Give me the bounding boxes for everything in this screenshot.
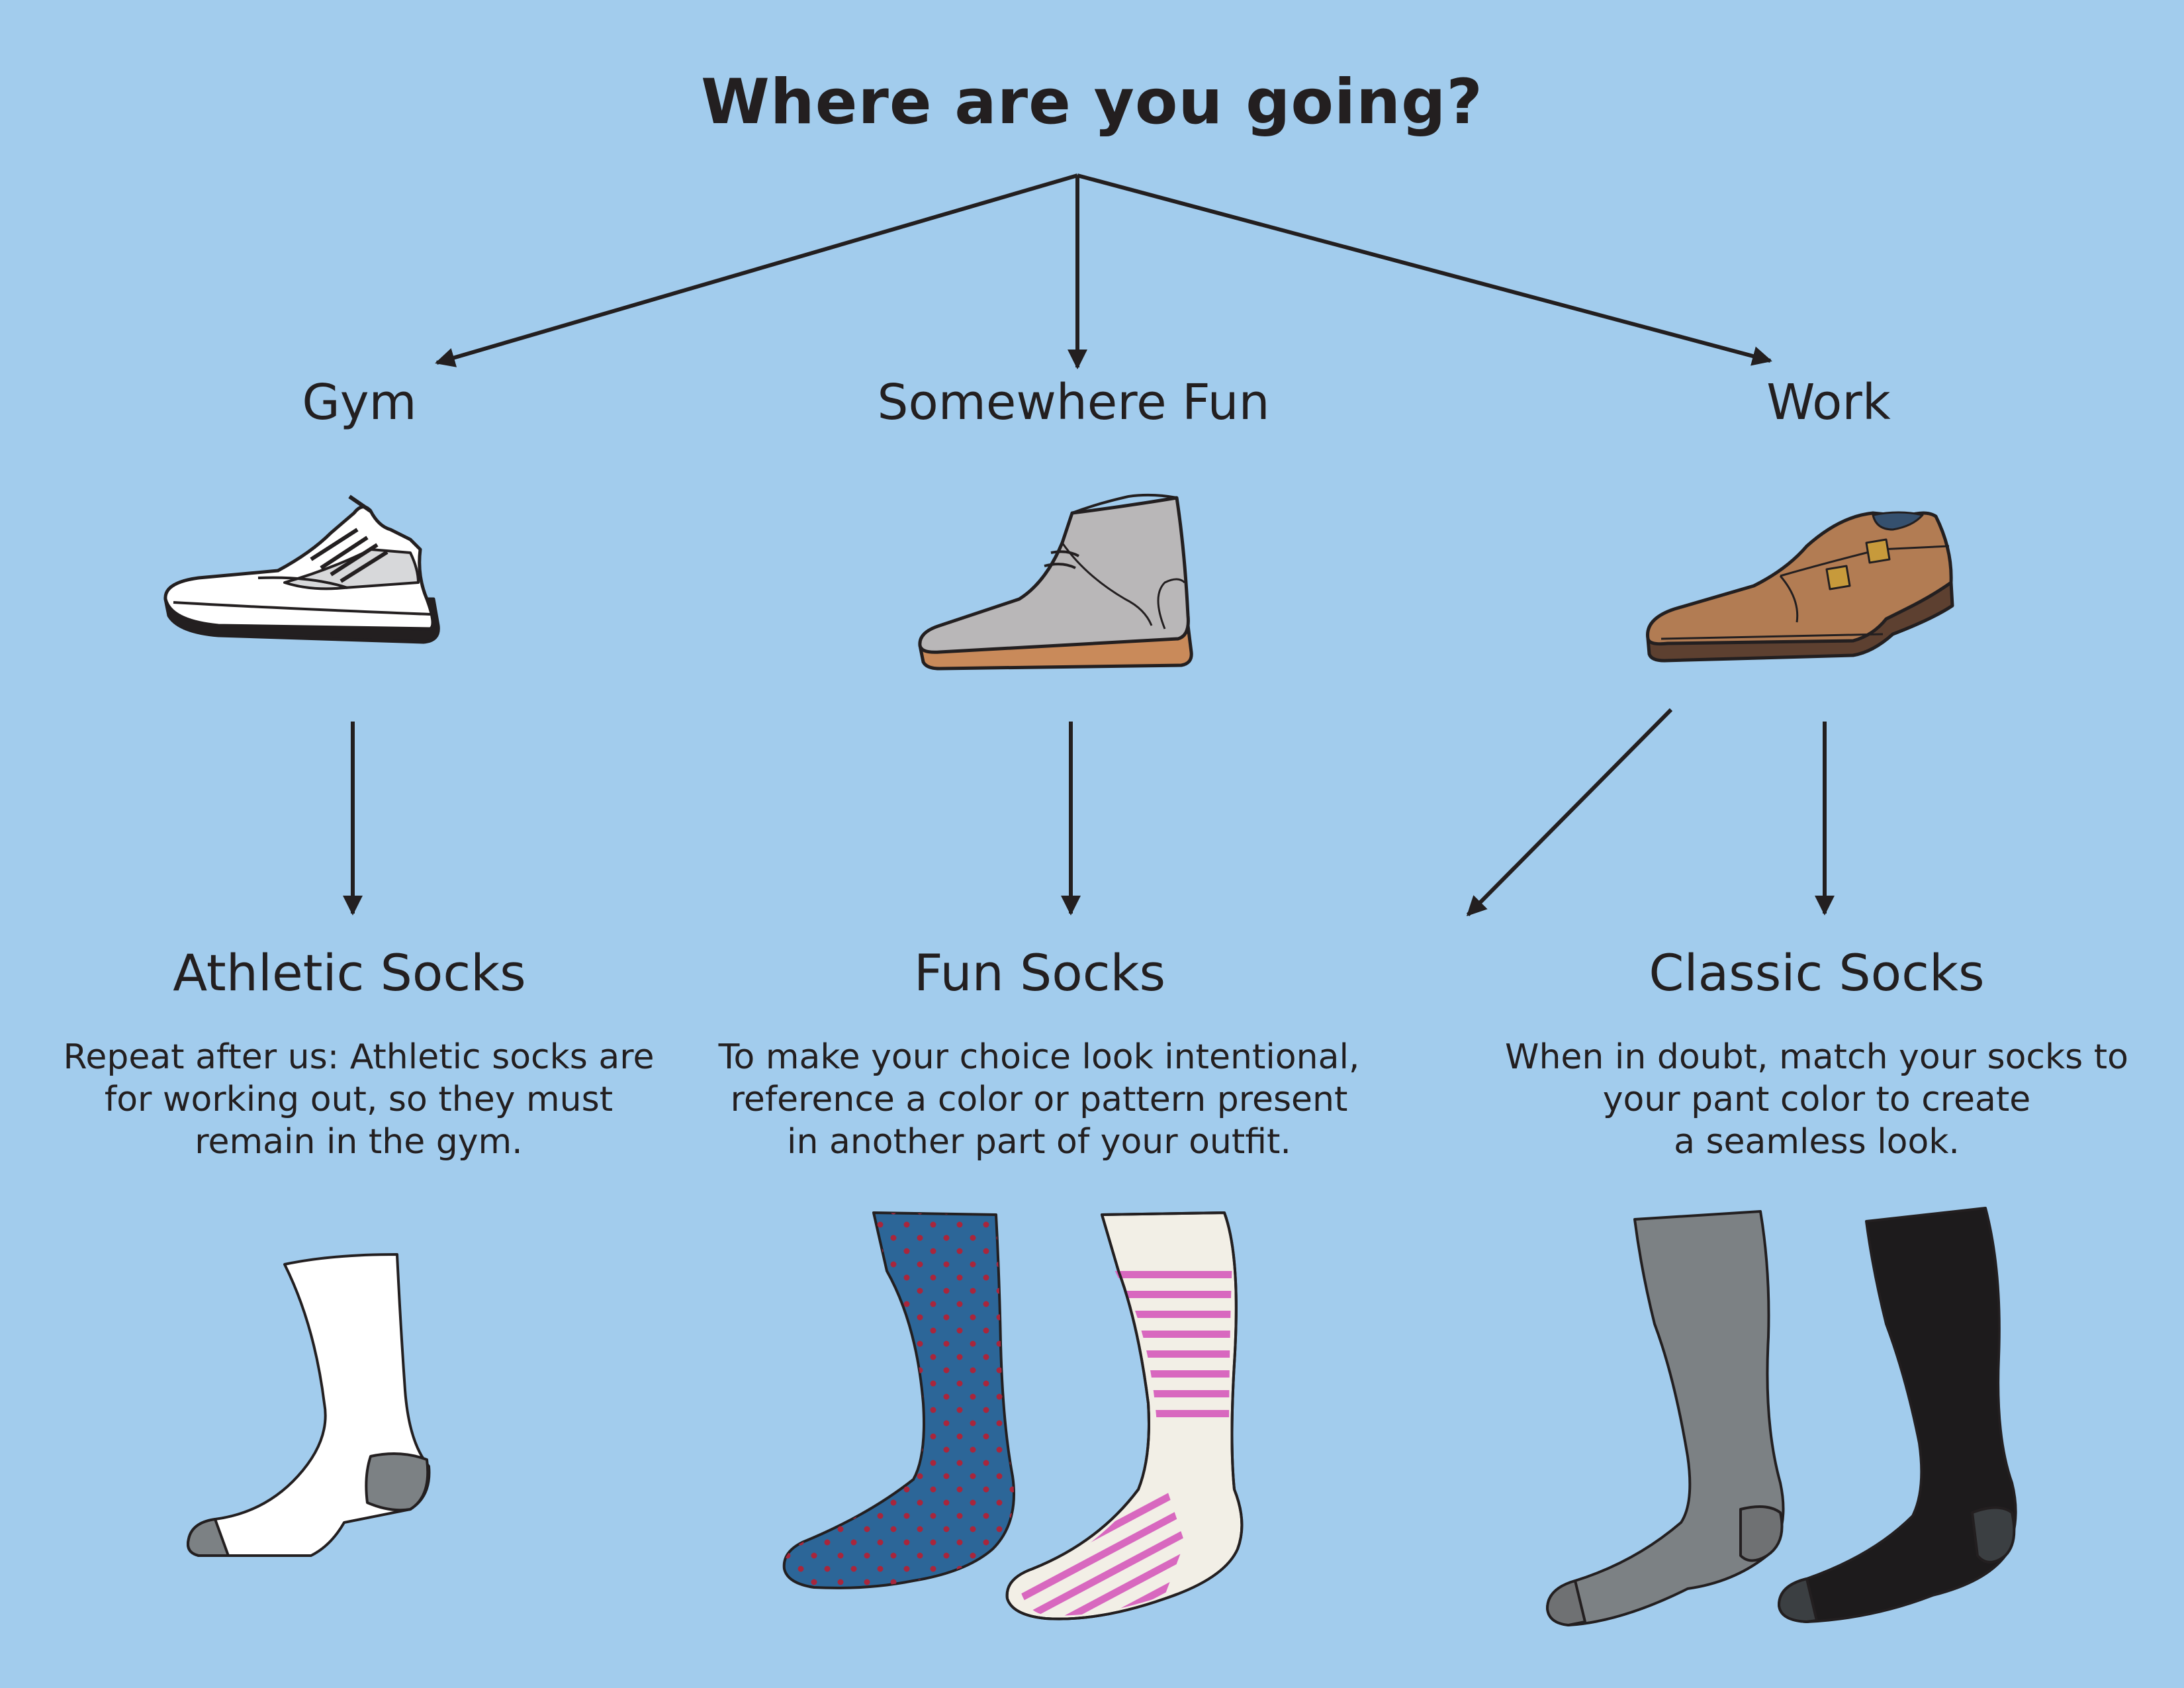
chukka-boot-icon — [918, 493, 1193, 671]
arrow-to-gym — [435, 173, 1078, 367]
athletic-sock-icon — [187, 1253, 431, 1557]
sneaker-icon — [163, 494, 440, 644]
fun-sock-dots-icon — [782, 1211, 1015, 1589]
arrow-work-to-fun-socks — [1466, 708, 1673, 917]
flowchart-art — [163, 173, 2017, 1626]
classic-sock-gray-icon — [1546, 1210, 1785, 1626]
classic-sock-black-icon — [1778, 1207, 2017, 1623]
category-arrows — [343, 708, 1835, 917]
arrow-to-work — [1077, 173, 1772, 366]
fun-sock-stripes-icon — [1005, 1211, 1244, 1620]
title-branch-arrows — [435, 173, 1772, 369]
monk-strap-shoe-icon — [1646, 511, 1954, 663]
